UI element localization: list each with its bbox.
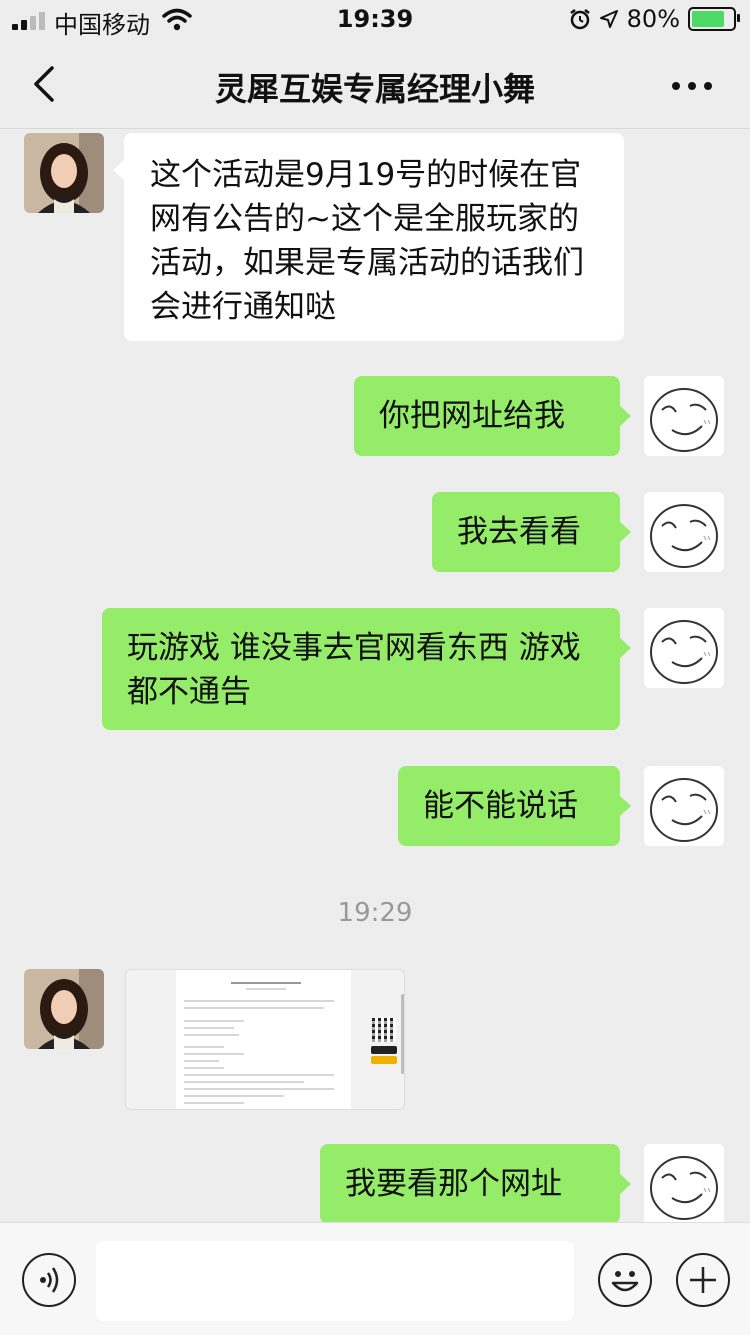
- nav-bar: 灵犀互娱专属经理小舞: [0, 40, 750, 129]
- location-arrow-icon: [599, 10, 618, 28]
- avatar-self[interactable]: [644, 1144, 724, 1224]
- download-badge: [371, 1056, 397, 1064]
- app-store-badge: [371, 1046, 397, 1054]
- input-bar: [0, 1222, 750, 1335]
- message-bubble-outgoing[interactable]: 我去看看: [432, 492, 631, 572]
- message-text: 你把网址给我: [379, 398, 565, 434]
- message-text: 我要看那个网址: [345, 1166, 562, 1202]
- battery-percent: 80%: [626, 5, 680, 33]
- avatar-contact[interactable]: [24, 133, 104, 213]
- chat-title: 灵犀互娱专属经理小舞: [214, 70, 535, 108]
- time-divider: 19:29: [337, 898, 413, 928]
- avatar-contact[interactable]: [24, 969, 104, 1049]
- message-bubble-outgoing[interactable]: 我要看那个网址: [320, 1144, 631, 1224]
- more-options-icon[interactable]: [672, 82, 712, 90]
- avatar-self[interactable]: [644, 376, 724, 456]
- message-bubble-outgoing[interactable]: 你把网址给我: [354, 376, 631, 456]
- avatar-self[interactable]: [644, 766, 724, 846]
- avatar-self[interactable]: [644, 608, 724, 688]
- voice-input-icon[interactable]: [22, 1253, 76, 1307]
- message-text: 这个活动是9月19号的时候在官网有公告的~这个是全服玩家的活动，如果是专属活动的…: [150, 157, 584, 325]
- message-input[interactable]: [96, 1241, 574, 1321]
- status-right: 80%: [569, 5, 740, 33]
- avatar-self[interactable]: [644, 492, 724, 572]
- add-more-icon[interactable]: [676, 1253, 730, 1307]
- screenshot-image-message[interactable]: [125, 969, 405, 1110]
- scrollbar: [401, 994, 404, 1074]
- message-bubble-outgoing[interactable]: 能不能说话: [398, 766, 631, 846]
- message-text: 玩游戏 谁没事去官网看东西 游戏都不通告: [127, 630, 581, 710]
- status-bar: 中国移动 19:39 80%: [0, 0, 750, 40]
- message-bubble-incoming[interactable]: 这个活动是9月19号的时候在官网有公告的~这个是全服玩家的活动，如果是专属活动的…: [113, 133, 624, 341]
- battery-icon: [688, 7, 740, 31]
- emoji-icon[interactable]: [598, 1253, 652, 1307]
- message-bubble-outgoing[interactable]: 玩游戏 谁没事去官网看东西 游戏都不通告: [102, 608, 631, 730]
- message-text: 能不能说话: [423, 788, 578, 824]
- alarm-icon: [569, 9, 590, 30]
- message-text: 我去看看: [457, 514, 581, 550]
- webpage-screenshot: [176, 970, 351, 1109]
- qr-code-icon: [372, 1018, 396, 1042]
